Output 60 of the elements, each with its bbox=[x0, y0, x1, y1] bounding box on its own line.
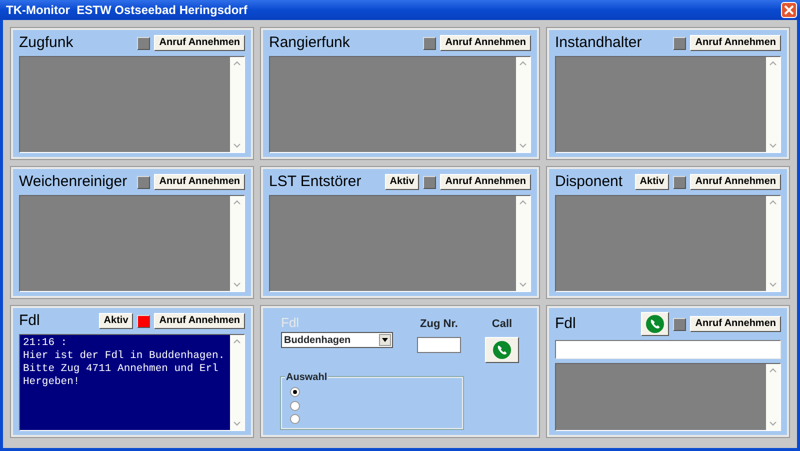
answer-call-button[interactable]: Anruf Annehmen bbox=[154, 35, 245, 51]
close-button[interactable] bbox=[781, 2, 797, 18]
active-button[interactable]: Aktiv bbox=[384, 174, 420, 190]
message-text: 21:16 : Hier ist der Fdl in Buddenhagen. Bitte Zug 4711 Annehmen und Erl Hergeben! bbox=[22, 336, 226, 390]
caret-icon bbox=[382, 338, 388, 342]
panel-title: Weichenreiniger bbox=[19, 173, 128, 191]
scroll-up-icon[interactable] bbox=[768, 59, 778, 68]
panel-title: Instandhalter bbox=[555, 34, 642, 52]
scrollbar[interactable] bbox=[766, 57, 780, 152]
answer-call-button[interactable]: Anruf Annehmen bbox=[440, 174, 531, 190]
panel-title: Fdl bbox=[555, 315, 576, 333]
window-title: TK-Monitor ESTW Ostseebad Heringsdorf bbox=[6, 2, 248, 19]
answer-call-button[interactable]: Anruf Annehmen bbox=[690, 316, 781, 332]
call-button[interactable] bbox=[485, 336, 519, 362]
scroll-up-icon[interactable] bbox=[768, 366, 778, 375]
panel-title: LST Entstörer bbox=[269, 173, 362, 191]
panel-title: Fdl bbox=[19, 312, 40, 330]
answer-call-button[interactable]: Anruf Annehmen bbox=[690, 174, 781, 190]
scroll-down-icon[interactable] bbox=[768, 141, 778, 150]
scroll-up-icon[interactable] bbox=[232, 198, 242, 207]
scroll-down-icon[interactable] bbox=[768, 280, 778, 289]
answer-call-button[interactable]: Anruf Annehmen bbox=[690, 35, 781, 51]
station-dropdown[interactable]: Buddenhagen bbox=[281, 332, 393, 348]
scrollbar[interactable] bbox=[516, 57, 530, 152]
scroll-down-icon[interactable] bbox=[232, 141, 242, 150]
answer-call-button[interactable]: Anruf Annehmen bbox=[440, 35, 531, 51]
panel-title: Disponent bbox=[555, 173, 623, 191]
active-button[interactable]: Aktiv bbox=[98, 313, 134, 329]
radio-button[interactable] bbox=[290, 414, 300, 424]
answer-call-button[interactable]: Anruf Annehmen bbox=[154, 313, 245, 329]
panel-title: Zugfunk bbox=[19, 34, 74, 52]
radio-button[interactable] bbox=[290, 400, 300, 411]
scroll-down-icon[interactable] bbox=[518, 141, 528, 150]
train-number-label: Zug Nr. bbox=[420, 317, 458, 332]
station-label: Fdl bbox=[281, 314, 300, 332]
scrollbar[interactable] bbox=[230, 335, 244, 430]
scroll-down-icon[interactable] bbox=[518, 280, 528, 289]
scrollbar[interactable] bbox=[766, 196, 780, 291]
scroll-up-icon[interactable] bbox=[518, 198, 528, 207]
scrollbar[interactable] bbox=[766, 364, 780, 430]
call-button[interactable] bbox=[641, 312, 670, 336]
scroll-up-icon[interactable] bbox=[768, 198, 778, 207]
active-button[interactable]: Aktiv bbox=[634, 174, 670, 190]
scrollbar[interactable] bbox=[516, 196, 530, 291]
scroll-up-icon[interactable] bbox=[232, 337, 242, 346]
phone-icon bbox=[645, 314, 666, 334]
scroll-down-icon[interactable] bbox=[232, 419, 242, 428]
phone-icon bbox=[492, 340, 512, 360]
answer-call-button[interactable]: Anruf Annehmen bbox=[154, 174, 245, 190]
radio-button[interactable] bbox=[290, 387, 300, 398]
panel-title: Rangierfunk bbox=[269, 34, 350, 52]
scrollbar[interactable] bbox=[230, 196, 244, 291]
scroll-up-icon[interactable] bbox=[518, 59, 528, 68]
scroll-down-icon[interactable] bbox=[768, 419, 778, 428]
train-number-field[interactable] bbox=[417, 336, 461, 352]
input-field[interactable] bbox=[555, 340, 781, 359]
scroll-down-icon[interactable] bbox=[232, 280, 242, 289]
scroll-up-icon[interactable] bbox=[232, 59, 242, 68]
scrollbar[interactable] bbox=[230, 57, 244, 152]
call-label: Call bbox=[492, 317, 512, 332]
